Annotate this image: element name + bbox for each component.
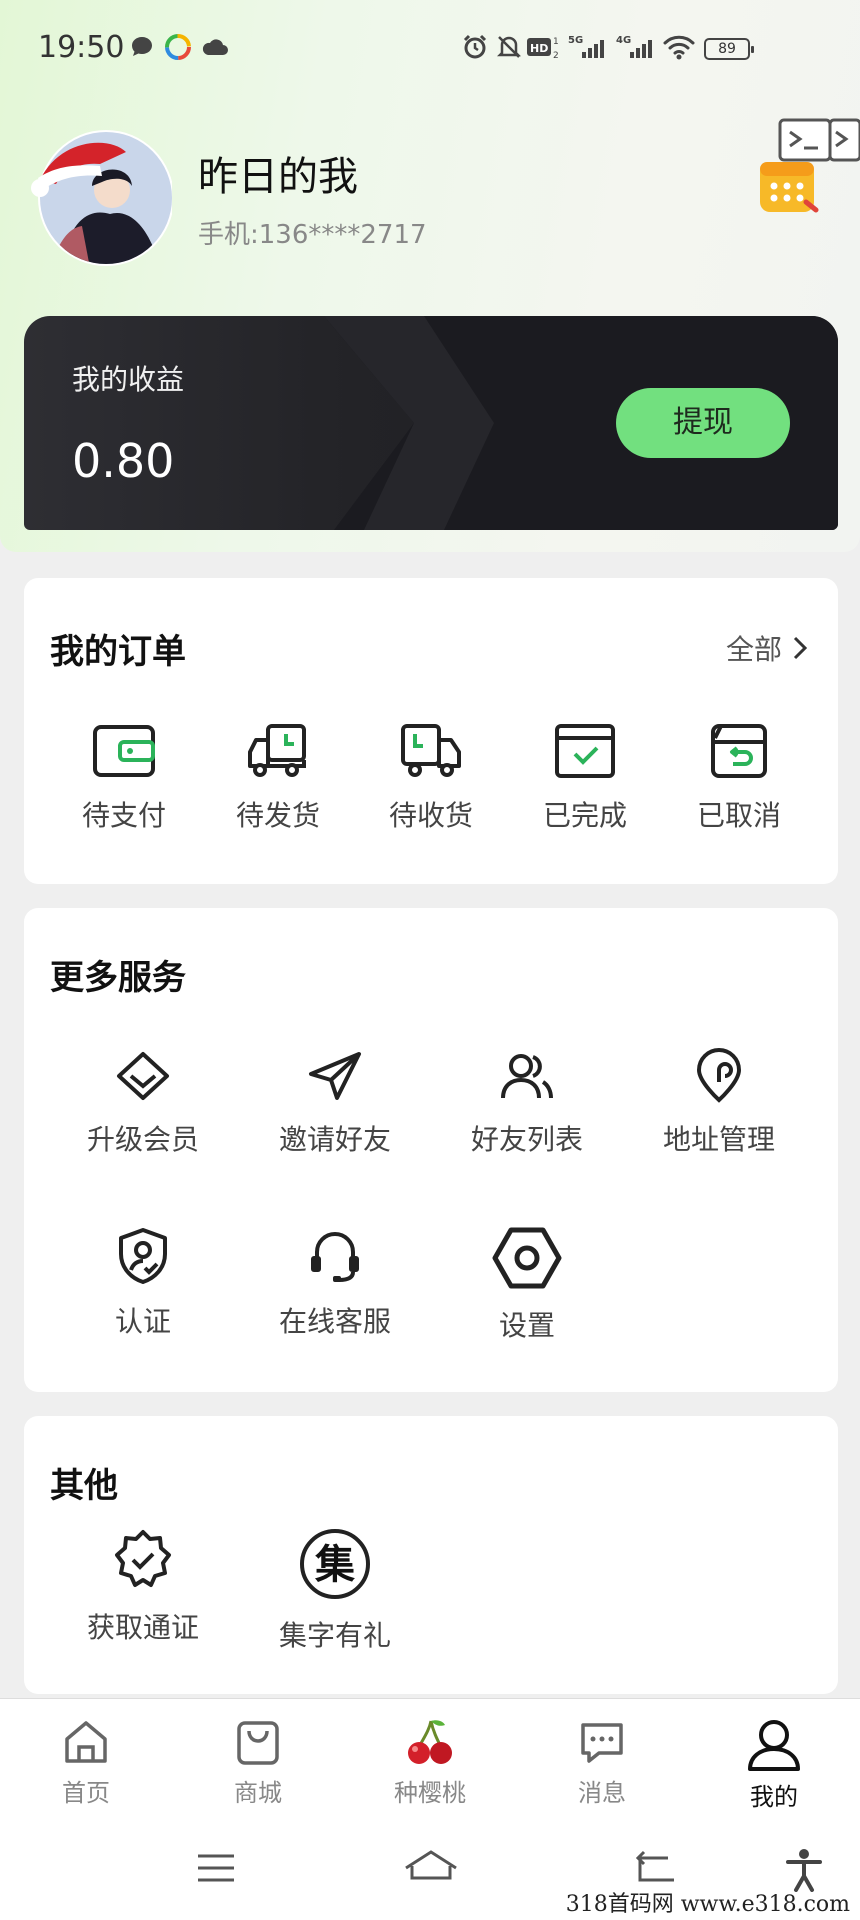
phone-number: 手机:136****2717: [198, 220, 427, 250]
location-pin-icon: [696, 1048, 742, 1103]
avatar[interactable]: [30, 118, 172, 268]
service-label: 好友列表: [470, 1123, 583, 1156]
status-time: 19:50: [38, 30, 125, 65]
tab-label: 消息: [578, 1779, 626, 1807]
users-icon: [501, 1054, 553, 1099]
home-icon: [65, 1721, 107, 1763]
home-nav-icon[interactable]: [402, 1848, 460, 1888]
service-friend-list[interactable]: 好友列表: [452, 1048, 602, 1158]
tab-grow-cherry[interactable]: 种樱桃: [370, 1717, 490, 1808]
chevron-right-icon: [793, 636, 808, 660]
order-completed[interactable]: 已完成: [510, 722, 660, 834]
cherry-icon: [408, 1720, 452, 1764]
order-label: 待支付: [81, 799, 166, 832]
tab-label: 我的: [750, 1783, 798, 1811]
order-pending-receipt[interactable]: 待收货: [356, 722, 506, 834]
view-all-label: 全部: [725, 633, 782, 666]
order-label: 待收货: [388, 799, 473, 832]
order-label: 已取消: [696, 799, 781, 832]
order-label: 已完成: [542, 799, 627, 832]
tab-label: 首页: [62, 1779, 110, 1807]
other-get-token[interactable]: 获取通证: [68, 1528, 218, 1646]
wallet-icon: [93, 725, 155, 777]
system-nav-bar: 318首码网 www.e318.com: [0, 1818, 860, 1920]
badge-check-icon: [115, 1530, 171, 1587]
mute-bell-icon: [496, 36, 522, 58]
user-icon: [748, 1720, 800, 1771]
service-upgrade-member[interactable]: 升级会员: [68, 1048, 218, 1158]
service-label: 地址管理: [662, 1123, 775, 1156]
services-card: 更多服务 升级会员 邀请好友 好友列表 地址管理 认证 在线客服 设置: [24, 908, 838, 1392]
view-all-orders-link[interactable]: 全部: [726, 628, 808, 668]
tab-messages[interactable]: 消息: [542, 1717, 662, 1808]
alarm-icon: [463, 34, 487, 59]
other-collect-characters[interactable]: 集 集字有礼: [260, 1528, 410, 1654]
service-verification[interactable]: 认证: [68, 1226, 218, 1340]
hex-settings-icon: [492, 1227, 562, 1289]
collect-glyph: 集: [314, 1542, 355, 1588]
service-address-management[interactable]: 地址管理: [644, 1048, 794, 1158]
service-label: 设置: [498, 1309, 555, 1342]
app-notification-icon: [165, 34, 191, 60]
status-bar: 19:50 HD 1 2 5G 4G 89: [0, 0, 860, 96]
box-return-icon: [711, 724, 767, 778]
orders-card: 我的订单 全部 待支付 待发货 待收货 已完成 已取消: [24, 578, 838, 884]
tab-label: 商城: [234, 1779, 282, 1807]
tab-mine[interactable]: 我的: [714, 1717, 834, 1812]
svg-text:2: 2: [553, 51, 559, 61]
hd-signal-icon: HD 1 2: [527, 37, 559, 61]
tab-label: 种樱桃: [394, 1779, 466, 1807]
svg-text:1: 1: [553, 37, 559, 47]
service-online-support[interactable]: 在线客服: [260, 1226, 410, 1340]
username: 昨日的我: [198, 154, 358, 200]
other-label: 集字有礼: [278, 1619, 391, 1652]
5g-signal-icon: 5G: [568, 35, 604, 58]
withdraw-button[interactable]: 提现: [616, 388, 790, 458]
others-title: 其他: [50, 1466, 118, 1506]
menu-icon[interactable]: [194, 1848, 238, 1888]
battery-indicator: 89: [704, 38, 754, 60]
shopping-bag-icon: [237, 1721, 279, 1765]
earnings-value: 0.80: [72, 434, 175, 488]
others-card: 其他 获取通证 集 集字有礼: [24, 1416, 838, 1694]
collect-char-icon: 集: [300, 1529, 370, 1599]
cloud-icon: [202, 39, 228, 55]
bottom-tab-bar: 首页 商城 种樱桃 消息 我的: [0, 1698, 860, 1818]
service-settings[interactable]: 设置: [452, 1226, 602, 1344]
paper-plane-icon: [309, 1052, 361, 1100]
order-pending-payment[interactable]: 待支付: [49, 722, 199, 834]
service-label: 在线客服: [278, 1305, 391, 1338]
earnings-card: 我的收益 0.80 提现: [24, 316, 838, 530]
order-label: 待发货: [235, 799, 320, 832]
headset-icon: [311, 1232, 359, 1282]
service-label: 升级会员: [86, 1123, 199, 1156]
truck-icon: [401, 724, 461, 777]
truck-clock-icon: [248, 724, 306, 777]
svg-text:5G: 5G: [568, 35, 583, 46]
diamond-icon: [117, 1052, 169, 1100]
wifi-icon: [663, 35, 695, 60]
service-label: 邀请好友: [278, 1123, 391, 1156]
service-invite-friends[interactable]: 邀请好友: [260, 1048, 410, 1158]
tab-mall[interactable]: 商城: [198, 1717, 318, 1808]
orders-title: 我的订单: [50, 632, 186, 672]
service-label: 认证: [114, 1305, 171, 1338]
shield-user-icon: [119, 1228, 167, 1284]
order-cancelled[interactable]: 已取消: [664, 722, 814, 834]
earnings-label: 我的收益: [72, 363, 185, 396]
message-icon: [581, 1723, 623, 1763]
watermark-text: 318首码网 www.e318.com: [565, 1892, 850, 1917]
svg-text:HD: HD: [530, 42, 548, 55]
order-pending-shipment[interactable]: 待发货: [203, 722, 353, 834]
services-title: 更多服务: [50, 958, 186, 998]
tab-home[interactable]: 首页: [26, 1717, 146, 1808]
box-check-icon: [555, 724, 615, 778]
other-label: 获取通证: [86, 1611, 199, 1644]
4g-signal-icon: 4G: [616, 35, 652, 58]
svg-text:4G: 4G: [616, 35, 631, 46]
chat-bubble-icon: [132, 37, 152, 56]
back-icon[interactable]: [634, 1848, 678, 1888]
calendar-checkin-icon[interactable]: [756, 152, 822, 218]
